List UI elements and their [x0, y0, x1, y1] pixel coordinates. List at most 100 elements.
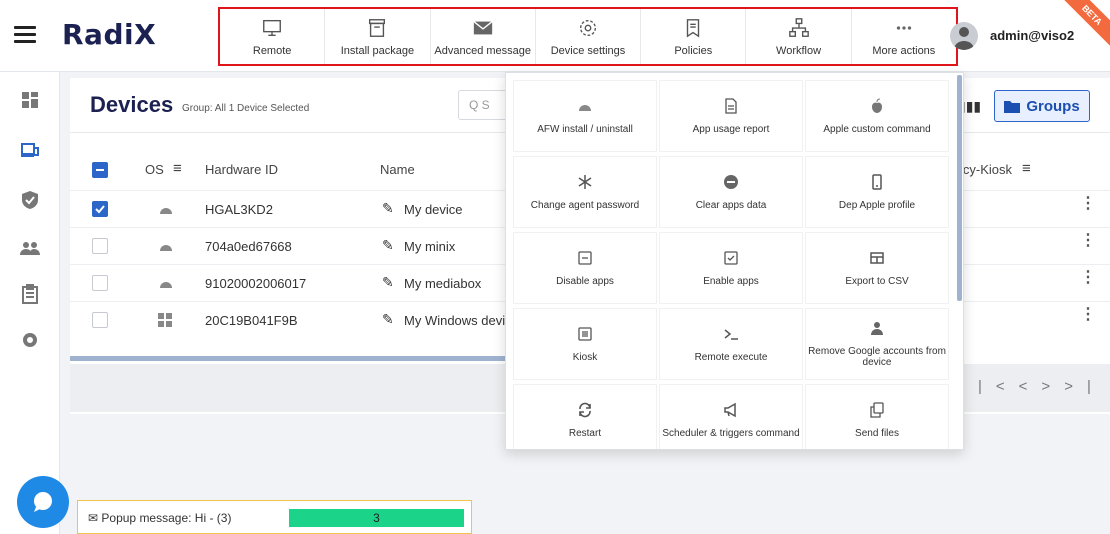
windows-icon [158, 313, 172, 327]
groups-label: Groups [1026, 97, 1080, 115]
row-checkbox[interactable] [92, 238, 108, 254]
users-icon[interactable] [20, 238, 40, 258]
menu-apple-custom-command[interactable]: Apple custom command [806, 81, 948, 151]
avatar[interactable] [950, 22, 978, 50]
row-menu-icon[interactable]: ⋮ [1080, 270, 1096, 286]
toolbar-remote-label: Remote [252, 45, 292, 57]
policy-filter-icon[interactable]: ≡ [1022, 160, 1031, 177]
menu-label: Send files [855, 427, 899, 439]
toolbar-device-settings-label: Device settings [550, 45, 626, 57]
filter-icon[interactable]: ≡ [173, 160, 182, 177]
popup-progress-notification[interactable]: ✉ Popup message: Hi - (3) 3 [77, 500, 472, 534]
toolbar-workflow-button[interactable]: Workflow [746, 9, 852, 64]
android-icon [160, 245, 172, 251]
menu-label: Dep Apple profile [838, 199, 916, 211]
menu-enable-apps[interactable]: Enable apps [660, 233, 802, 303]
edit-icon[interactable]: ✎ [382, 311, 394, 328]
settings-gear-icon[interactable] [20, 330, 40, 350]
prev-page-button[interactable]: < [1019, 378, 1042, 395]
sitemap-icon [788, 18, 809, 37]
toolbar-more-actions-button[interactable]: More actions [852, 9, 956, 64]
menu-scrollbar[interactable] [957, 75, 962, 301]
device-name[interactable]: My device [404, 202, 463, 217]
menu-label: Kiosk [572, 351, 598, 363]
username[interactable]: admin@viso2 [990, 28, 1074, 43]
menu-label: Apple custom command [823, 123, 931, 135]
terminal-icon [724, 328, 738, 340]
row-menu-icon[interactable]: ⋮ [1080, 233, 1096, 249]
devices-icon[interactable] [20, 140, 40, 160]
col-os[interactable]: OS [145, 162, 164, 177]
device-name[interactable]: My mediabox [404, 276, 481, 291]
android-icon [160, 282, 172, 288]
chat-icon [34, 492, 52, 512]
toolbar-policies-button[interactable]: Policies [641, 9, 747, 64]
menu-remote-execute[interactable]: Remote execute [660, 309, 802, 379]
toolbar-install-package-button[interactable]: Install package [325, 9, 431, 64]
menu-export-to-csv[interactable]: Export to CSV [806, 233, 948, 303]
horizontal-scrollbar[interactable] [70, 356, 510, 361]
copy-icon [870, 401, 884, 418]
col-name[interactable]: Name [380, 162, 415, 177]
device-name[interactable]: My Windows devic [404, 313, 512, 328]
android-icon [579, 104, 591, 111]
edit-icon[interactable]: ✎ [382, 200, 394, 217]
row-menu-icon[interactable]: ⋮ [1080, 196, 1096, 212]
menu-label: AFW install / uninstall [537, 123, 633, 135]
groups-button[interactable]: Groups [994, 90, 1090, 122]
refresh-icon [579, 402, 591, 417]
toolbar-policies-label: Policies [674, 45, 713, 57]
flag-icon [687, 19, 700, 38]
device-name[interactable]: My minix [404, 239, 455, 254]
chat-button[interactable] [17, 476, 69, 528]
menu-clear-apps-data[interactable]: Clear apps data [660, 157, 802, 227]
menu-app-usage-report[interactable]: App usage report [660, 81, 802, 151]
android-icon [160, 208, 172, 214]
toolbar-more-actions-label: More actions [872, 45, 936, 57]
menu-label: Remote execute [694, 351, 768, 363]
dashboard-icon[interactable] [20, 90, 40, 110]
menu-send-files[interactable]: Send files [806, 385, 948, 449]
row-menu-icon[interactable]: ⋮ [1080, 307, 1096, 323]
menu-restart[interactable]: Restart [514, 385, 656, 449]
menu-change-agent-password[interactable]: Change agent password [514, 157, 656, 227]
next-page-button[interactable]: > [1041, 378, 1064, 395]
hamburger-menu-icon[interactable] [14, 26, 36, 44]
edit-icon[interactable]: ✎ [382, 274, 394, 291]
asterisk-icon [578, 174, 592, 189]
menu-label: Scheduler & triggers command [662, 427, 800, 439]
row-checkbox[interactable] [92, 312, 108, 328]
row-checkbox[interactable] [92, 275, 108, 291]
toolbar-remote-button[interactable]: Remote [220, 9, 326, 64]
app-logo: RadiX [62, 18, 157, 51]
page-title: Devices [90, 92, 174, 117]
menu-afw-install[interactable]: AFW install / uninstall [514, 81, 656, 151]
pagination: |<<>>| [978, 378, 1105, 395]
edit-icon[interactable]: ✎ [382, 237, 394, 254]
menu-scheduler-triggers[interactable]: Scheduler & triggers command [660, 385, 802, 449]
apple-icon [872, 98, 882, 113]
col-hardware-id[interactable]: Hardware ID [205, 162, 278, 177]
clipboard-icon[interactable] [20, 284, 40, 304]
menu-dep-apple-profile[interactable]: Dep Apple profile [806, 157, 948, 227]
col-policy[interactable]: icy-Kiosk [960, 162, 1012, 177]
monitor-icon [263, 19, 282, 37]
last-page-button[interactable]: >| [1064, 378, 1105, 395]
megaphone-icon [724, 402, 736, 417]
hardware-id: HGAL3KD2 [205, 202, 273, 217]
toolbar-device-settings-button[interactable]: Device settings [536, 9, 642, 64]
search-input[interactable]: Q S [458, 90, 506, 120]
toolbar-advanced-message-button[interactable]: Advanced message [431, 9, 536, 64]
list-icon [578, 326, 592, 341]
menu-label: Clear apps data [695, 199, 767, 211]
more-icon [896, 26, 911, 30]
menu-kiosk[interactable]: Kiosk [514, 309, 656, 379]
select-all-checkbox[interactable] [92, 162, 108, 178]
menu-disable-apps[interactable]: Disable apps [514, 233, 656, 303]
first-page-button[interactable]: |< [978, 378, 1019, 395]
row-checkbox[interactable] [92, 201, 108, 217]
menu-label: App usage report [692, 123, 770, 135]
shield-icon[interactable] [20, 190, 40, 210]
menu-remove-google-accounts[interactable]: Remove Google accounts from device [806, 309, 948, 379]
action-toolbar: Remote Install package Advanced message … [218, 7, 958, 66]
